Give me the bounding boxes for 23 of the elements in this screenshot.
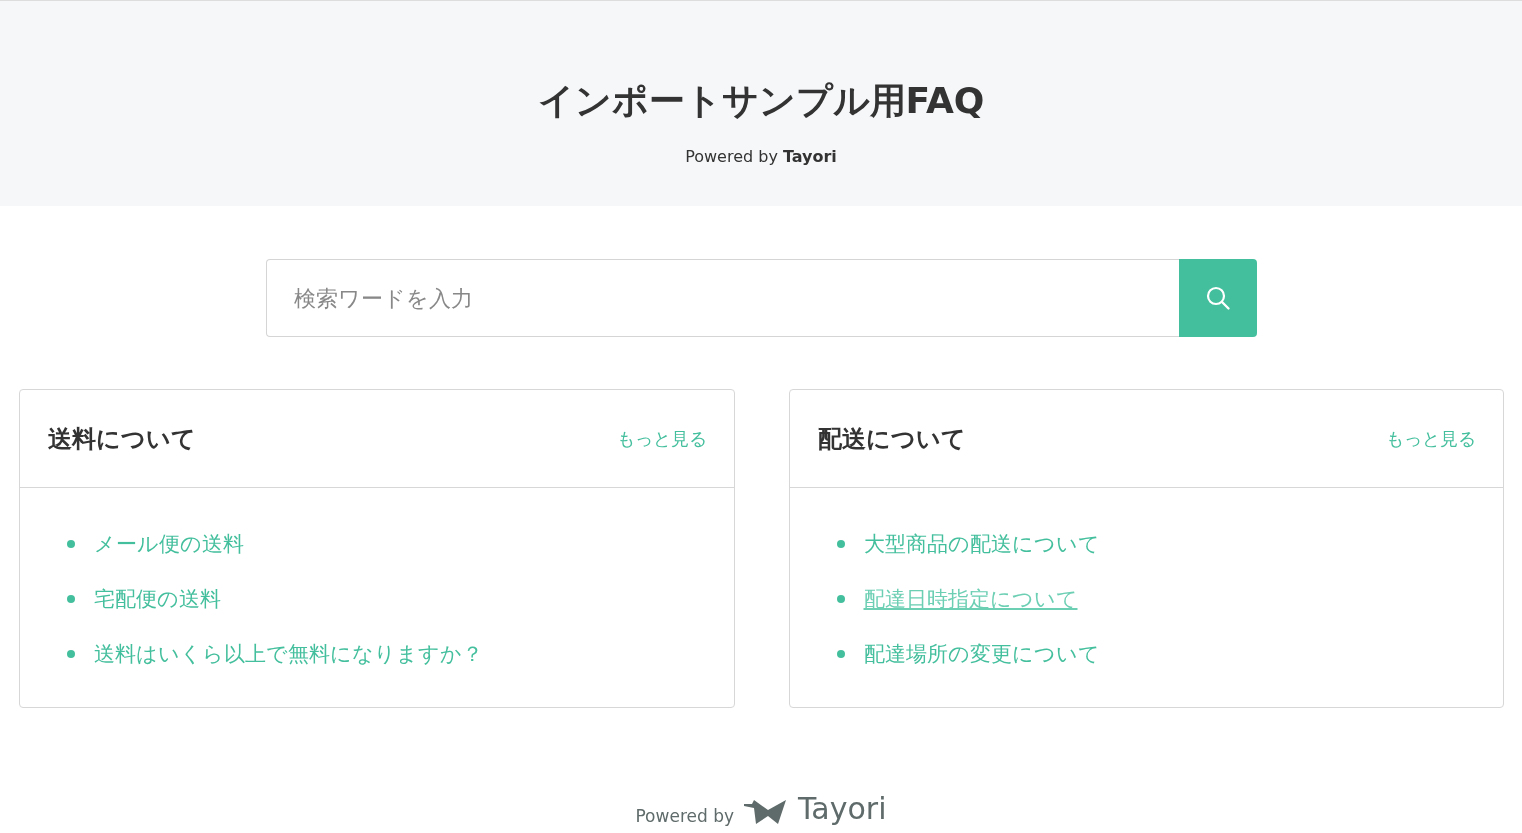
question-link[interactable]: 配達日時指定について (863, 584, 1078, 613)
page-title: インポートサンプル用FAQ (537, 79, 985, 123)
search-field[interactable]: 検索ワードを入力 (265, 259, 1179, 337)
powered-by-text: Powered by (635, 806, 734, 826)
question-link[interactable]: 大型商品の配送について (863, 529, 1100, 558)
bullet-icon (836, 649, 845, 658)
bullet-icon (67, 539, 75, 548)
bullet-icon (836, 594, 845, 603)
see-more-link[interactable]: もっと見る (616, 426, 707, 451)
bullet-icon (67, 594, 75, 603)
search-button[interactable] (1178, 259, 1257, 337)
question-link[interactable]: 送料はいくら以上で無料になりますか？ (94, 639, 483, 668)
brand-name: Tayori (782, 147, 837, 166)
see-more-link[interactable]: もっと見る (1386, 426, 1476, 451)
question-link[interactable]: 宅配便の送料 (94, 584, 221, 613)
bullet-icon (836, 539, 845, 548)
category-title: 送料について (48, 423, 196, 455)
question-link[interactable]: 配達場所の変更について (863, 639, 1100, 668)
question-link[interactable]: メール便の送料 (94, 529, 244, 558)
brand-name: Tayori (798, 792, 887, 826)
powered-by-text: Powered by (685, 147, 778, 166)
category-title: 配送について (817, 423, 966, 455)
bullet-icon (67, 649, 75, 658)
